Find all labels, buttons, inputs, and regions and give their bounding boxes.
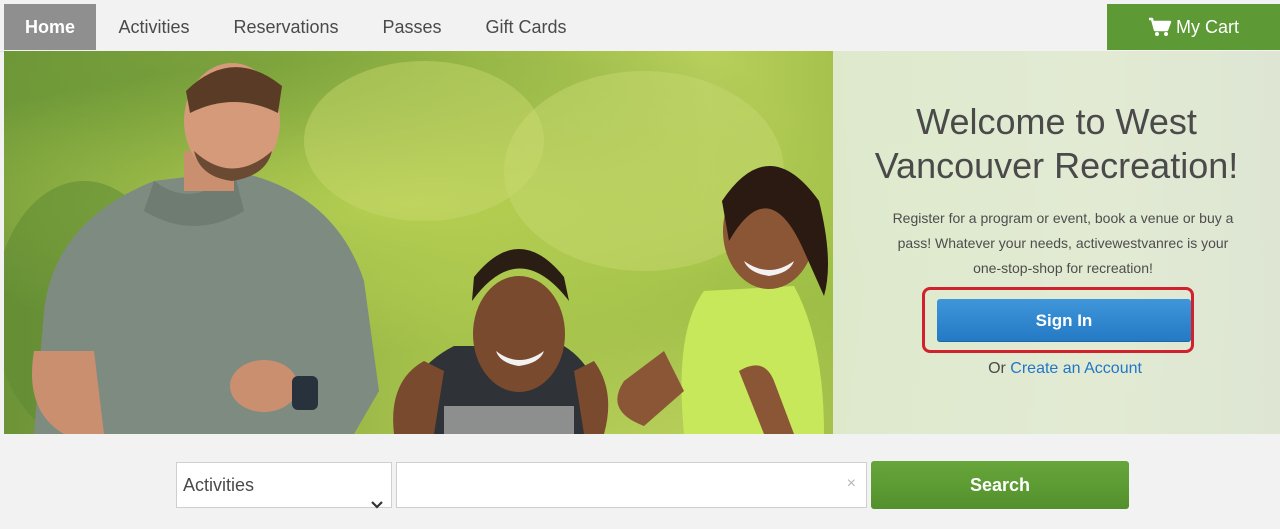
nav-passes-tab[interactable]: Passes — [372, 4, 452, 50]
search-category-value: Activities — [183, 475, 255, 495]
shopping-cart-icon — [1148, 17, 1172, 37]
create-account-link[interactable]: Create an Account — [1010, 360, 1142, 377]
nav-gift-cards-tab[interactable]: Gift Cards — [474, 4, 578, 50]
welcome-blurb-line3: one-stop-shop for recreation! — [973, 260, 1153, 276]
my-cart-button[interactable]: My Cart — [1107, 4, 1280, 50]
search-button[interactable]: Search — [871, 461, 1129, 509]
my-cart-label: My Cart — [1176, 17, 1239, 37]
welcome-heading-line1: Welcome to West — [916, 101, 1197, 142]
or-text: Or — [988, 360, 1006, 377]
hero-family-photo — [4, 61, 828, 434]
chevron-down-icon — [371, 481, 383, 525]
search-input[interactable] — [397, 463, 837, 507]
search-category-select[interactable]: Activities — [176, 462, 392, 509]
clear-icon[interactable]: × — [847, 475, 856, 493]
welcome-blurb: Register for a program or event, book a … — [863, 206, 1263, 281]
nav-reservations-tab[interactable]: Reservations — [222, 4, 350, 50]
search-input-box: × — [396, 462, 867, 508]
welcome-blurb-line2: pass! Whatever your needs, activewestvan… — [897, 235, 1229, 251]
welcome-blurb-line1: Register for a program or event, book a … — [892, 210, 1234, 226]
create-account-line: Or Create an Account — [940, 360, 1190, 378]
welcome-heading: Welcome to West Vancouver Recreation! — [833, 100, 1280, 188]
top-nav: Home Activities Reservations Passes Gift… — [0, 0, 1280, 52]
nav-home-tab[interactable]: Home — [4, 4, 96, 50]
welcome-heading-line2: Vancouver Recreation! — [874, 145, 1239, 186]
sign-in-button[interactable]: Sign In — [937, 299, 1191, 342]
nav-activities-tab[interactable]: Activities — [104, 4, 204, 50]
